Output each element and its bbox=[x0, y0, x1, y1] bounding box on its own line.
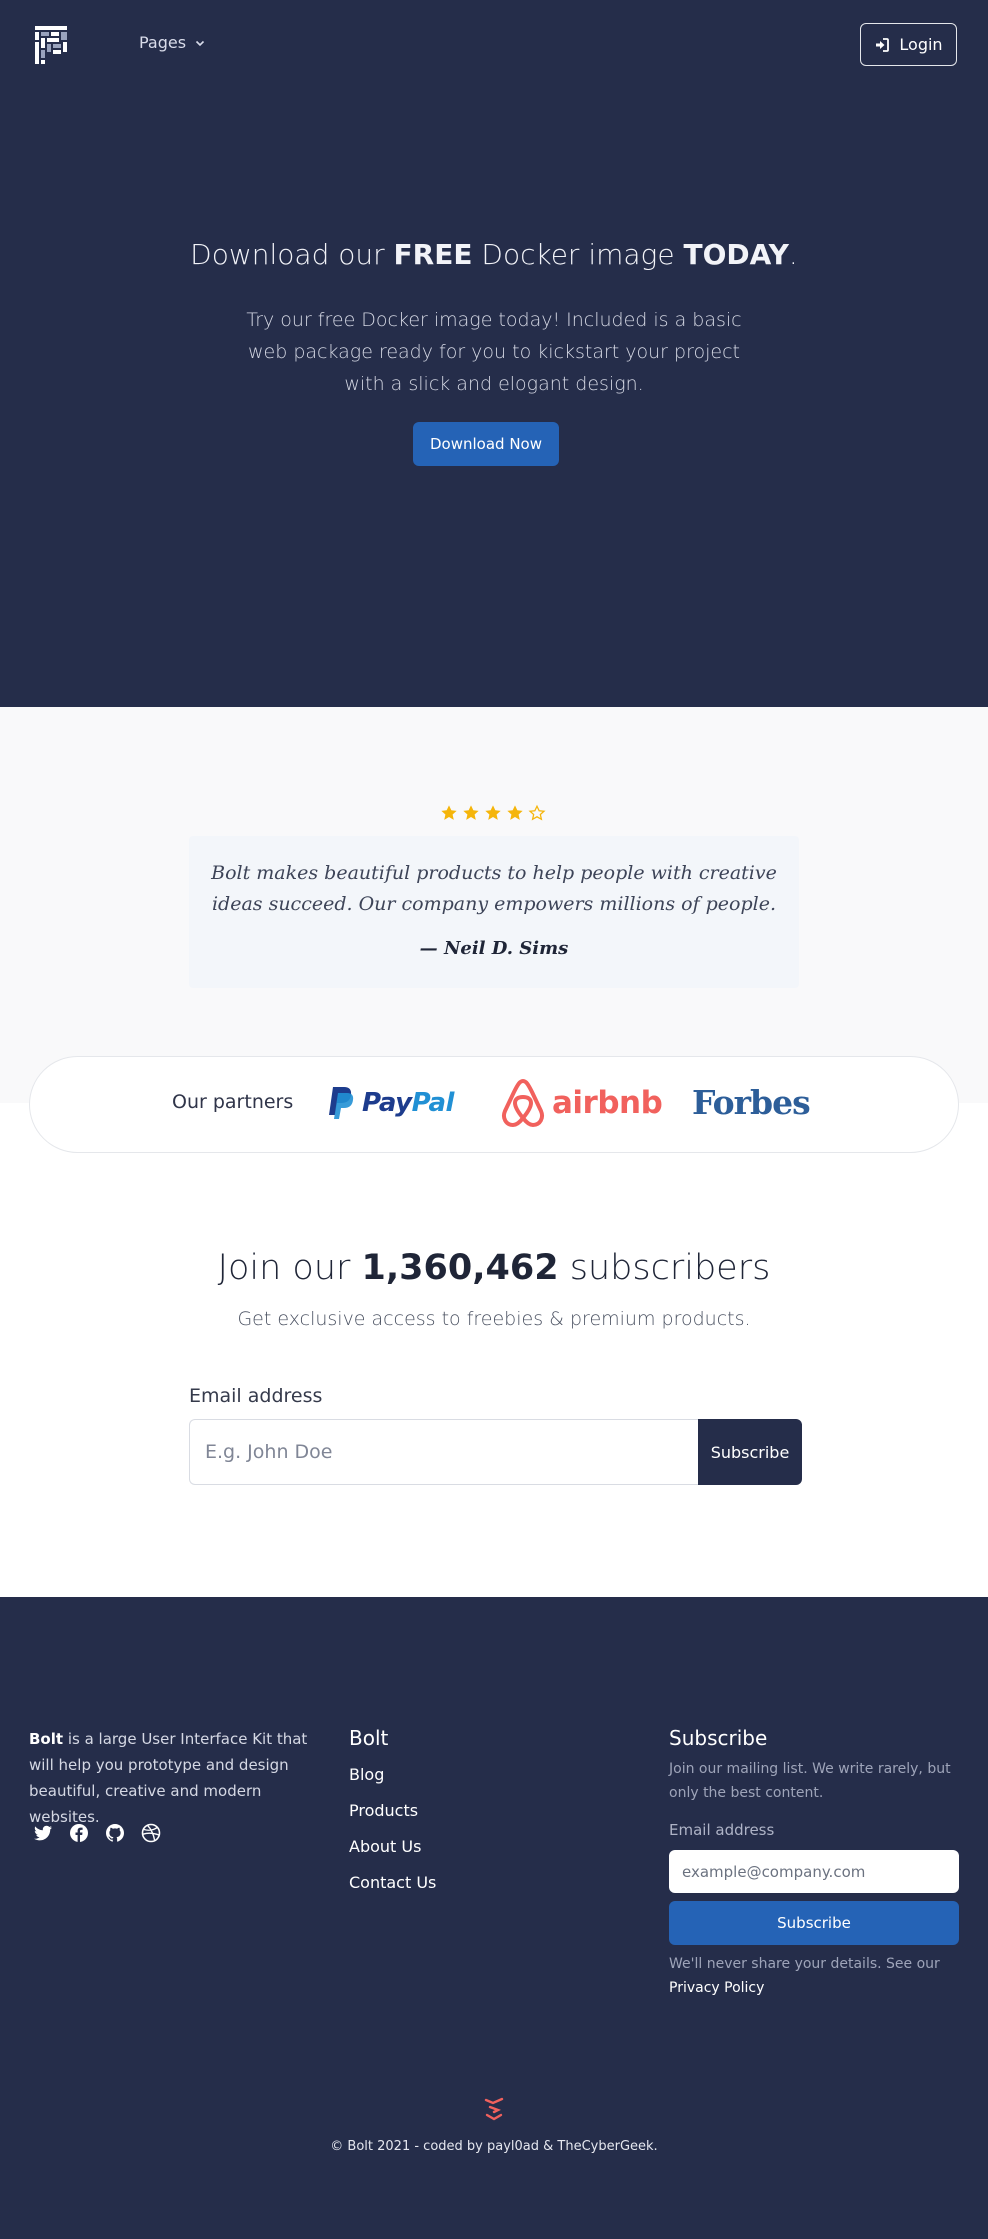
testimonial-quote: Bolt makes beautiful products to help pe… bbox=[211, 862, 777, 915]
login-button[interactable]: Login bbox=[860, 23, 957, 66]
testimonial-author: — Neil D. Sims bbox=[419, 938, 569, 959]
twitter-icon[interactable] bbox=[33, 1823, 53, 1843]
download-now-button[interactable]: Download Now bbox=[413, 422, 559, 466]
partners-label: Our partners bbox=[172, 1091, 294, 1113]
forbes-logo: Forbes bbox=[692, 1083, 811, 1122]
footer-about: Bolt is a large User Interface Kit that … bbox=[29, 1730, 308, 1826]
footer-link-about-us[interactable]: About Us bbox=[349, 1837, 436, 1873]
paypal-icon bbox=[329, 1087, 354, 1119]
nav-pages-dropdown[interactable]: Pages bbox=[139, 33, 205, 52]
paypal-wordmark: PayPal bbox=[362, 1088, 454, 1118]
footer-subscribe-text: Join our mailing list. We write rarely, … bbox=[669, 1761, 951, 1801]
footer-link-blog[interactable]: Blog bbox=[349, 1765, 436, 1801]
footer-link-products[interactable]: Products bbox=[349, 1801, 436, 1837]
email-label: Email address bbox=[189, 1385, 323, 1407]
footer-email-label: Email address bbox=[669, 1821, 775, 1839]
facebook-icon[interactable] bbox=[69, 1823, 89, 1843]
paypal-logo: PayPal bbox=[326, 1083, 454, 1123]
airbnb-icon bbox=[502, 1079, 544, 1127]
footer-email-input[interactable] bbox=[669, 1850, 959, 1893]
github-icon[interactable] bbox=[105, 1823, 125, 1843]
airbnb-logo: airbnb bbox=[500, 1078, 663, 1128]
partners-bar bbox=[29, 1056, 959, 1153]
email-input[interactable] bbox=[189, 1419, 698, 1485]
footer-links-title: Bolt bbox=[349, 1726, 389, 1750]
login-label: Login bbox=[899, 35, 943, 54]
chevron-down-icon bbox=[196, 40, 205, 46]
footer-link-contact-us[interactable]: Contact Us bbox=[349, 1873, 436, 1909]
footer-subscribe-button[interactable]: Subscribe bbox=[669, 1901, 959, 1945]
copyright-text: © Bolt 2021 - coded by payl0ad & TheCybe… bbox=[330, 2139, 658, 2154]
privacy-policy-link[interactable]: Privacy Policy bbox=[669, 1980, 764, 1996]
star-filled-icon bbox=[463, 805, 479, 820]
bolt-logo-icon[interactable] bbox=[33, 24, 69, 66]
hero-title: Download our FREE Docker image TODAY. bbox=[190, 238, 798, 271]
subscribe-button[interactable]: Subscribe bbox=[698, 1419, 802, 1485]
airbnb-wordmark: airbnb bbox=[552, 1085, 663, 1121]
social-links bbox=[33, 1823, 161, 1843]
footer-subscribe-title: Subscribe bbox=[669, 1726, 768, 1750]
hero-description: Try our free Docker image today! Include… bbox=[246, 309, 742, 395]
star-filled-icon bbox=[485, 805, 501, 820]
star-filled-icon bbox=[441, 805, 457, 820]
star-empty-icon bbox=[528, 804, 546, 821]
footer-privacy-note: We'll never share your details. See our … bbox=[669, 1956, 940, 1996]
star-filled-icon bbox=[507, 805, 523, 820]
star-rating bbox=[440, 804, 546, 822]
dribbble-icon[interactable] bbox=[141, 1823, 161, 1843]
subscribe-title: Join our 1,360,462 subscribers bbox=[217, 1248, 771, 1288]
nav-pages-label: Pages bbox=[139, 33, 187, 52]
subscribe-subtitle: Get exclusive access to freebies & premi… bbox=[237, 1308, 751, 1330]
sign-in-icon bbox=[876, 37, 890, 52]
footer-links: Blog Products About Us Contact Us bbox=[349, 1765, 436, 1909]
bolt-footer-logo-icon bbox=[484, 2097, 504, 2121]
